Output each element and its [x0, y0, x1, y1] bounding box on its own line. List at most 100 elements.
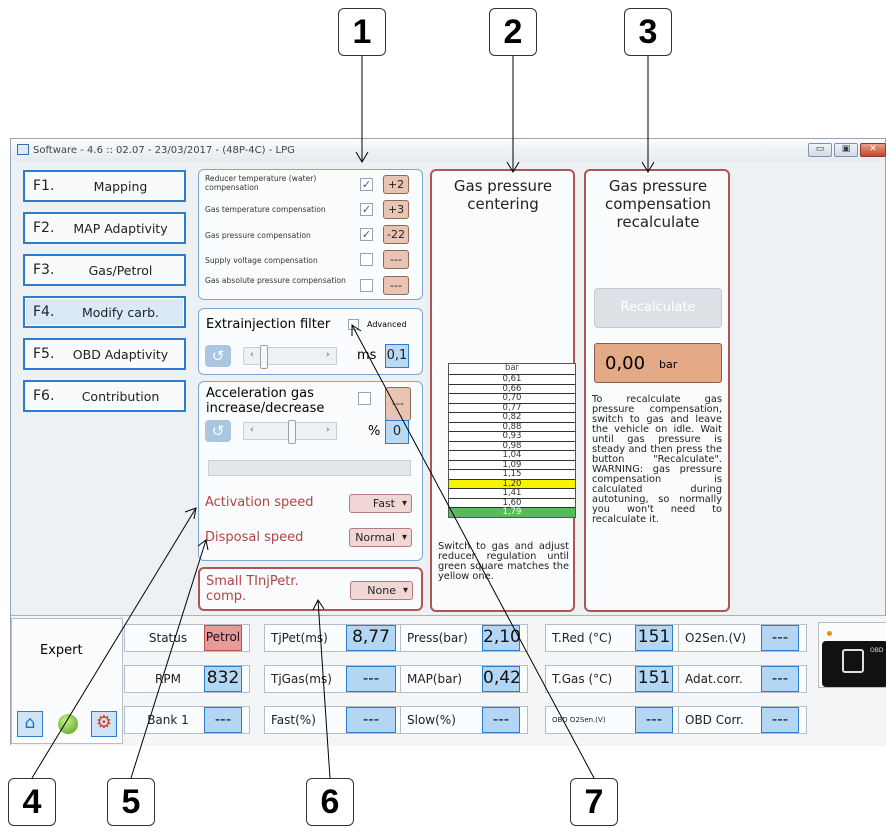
scale-row: 1,79	[449, 507, 575, 517]
scale-row: 1,41	[449, 488, 575, 498]
scale-row: 1,20	[449, 478, 575, 488]
undo-icon[interactable]: ↺	[205, 345, 231, 367]
status-value: 151	[635, 625, 673, 651]
status-label: Status	[148, 631, 188, 645]
title-bar: Software - 4.6 :: 02.07 - 23/03/2017 - (…	[11, 139, 886, 161]
scale-row: 0,77	[449, 402, 575, 413]
menu-key: F4.	[33, 304, 55, 320]
undo-icon[interactable]: ↺	[205, 420, 231, 442]
disposal-speed-select[interactable]: Normal	[349, 528, 412, 547]
status-label: TjGas(ms)	[271, 672, 332, 686]
menu-f1-mapping[interactable]: F1. Mapping	[23, 170, 186, 202]
window-title: Software - 4.6 :: 02.07 - 23/03/2017 - (…	[33, 144, 295, 156]
callout-5: 5	[107, 778, 155, 826]
callout-6: 6	[306, 778, 354, 826]
scale-row: 1,60	[449, 497, 575, 508]
status-label: Press(bar)	[407, 631, 468, 645]
status-value: ---	[635, 707, 673, 733]
scale-row: 0,93	[449, 431, 575, 441]
status-label: OBD O2Sen.(V)	[552, 716, 606, 724]
gas-pressure-scale: bar 0,61 0,66 0,70 0,77 0,82 0,88 0,93 0,98 1,04…	[448, 363, 576, 518]
small-tinj-select[interactable]: None	[350, 581, 413, 600]
menu-key: F5.	[33, 346, 55, 362]
maximize-button[interactable]: ▣	[834, 143, 858, 157]
scale-row: 0,98	[449, 440, 575, 451]
app-window: Software - 4.6 :: 02.07 - 23/03/2017 - (…	[10, 138, 886, 746]
device-icon: OBD	[822, 631, 886, 687]
status-value: 8,77	[346, 625, 396, 651]
status-value: ---	[761, 666, 799, 692]
comp-label-reducer-temp: Reducer temperature (water) compensation	[205, 174, 317, 192]
comp-check-gas-pressure[interactable]: ✓	[360, 228, 373, 241]
gas-comp-note: To recalculate gas pressure compensation…	[592, 394, 722, 525]
scale-row: 1,15	[449, 469, 575, 479]
mode-label: Expert	[40, 643, 83, 658]
close-button[interactable]: ✕	[860, 143, 886, 157]
status-led-icon	[58, 714, 78, 734]
status-label: MAP(bar)	[407, 672, 463, 686]
menu-f3-gas-petrol[interactable]: F3. Gas/Petrol	[23, 254, 186, 286]
small-tinj-label: Small TInjPetr. comp.	[206, 574, 299, 604]
menu-label: OBD Adaptivity	[72, 346, 169, 362]
device-label: OBD	[870, 647, 884, 654]
acceleration-value-box: ---	[385, 387, 411, 421]
status-label: Adat.corr.	[685, 672, 743, 686]
mode-panel: Expert ⌂ ⚙	[11, 618, 123, 744]
extrainjection-slider[interactable]: ‹ ›	[243, 345, 337, 369]
menu-f2-map-adaptivity[interactable]: F2. MAP Adaptivity	[23, 212, 186, 244]
scale-row: 0,66	[449, 383, 575, 394]
comp-label-gas-pressure: Gas pressure compensation	[205, 231, 311, 240]
advanced-label: Advanced	[367, 320, 407, 329]
comp-value-reducer-temp: +2	[383, 175, 409, 194]
callout-4: 4	[8, 778, 56, 826]
extrainjection-value[interactable]: 0,1	[385, 344, 409, 368]
activation-speed-select[interactable]: Fast	[349, 494, 412, 513]
menu-f6-contribution[interactable]: F6. Contribution	[23, 380, 186, 412]
status-value: 151	[635, 666, 673, 692]
status-value: ---	[346, 707, 396, 733]
status-value: Petrol	[204, 625, 242, 651]
scale-row: 0,70	[449, 393, 575, 403]
menu-f4-modify-carb[interactable]: F4. Modify carb.	[23, 296, 186, 328]
menu-key: F6.	[33, 388, 55, 404]
callout-2: 2	[489, 8, 537, 56]
status-label: Fast(%)	[271, 713, 316, 727]
comp-check-reducer-temp[interactable]: ✓	[360, 178, 373, 191]
comp-check-supply-voltage[interactable]	[360, 253, 373, 266]
minimize-button[interactable]: ▭	[808, 143, 832, 157]
status-label: Slow(%)	[407, 713, 456, 727]
comp-label-supply-voltage: Supply voltage compensation	[205, 256, 318, 265]
status-bar: Expert ⌂ ⚙ Status Petrol TjPet(ms) 8,77 Pres…	[11, 615, 886, 746]
comp-label-gas-temp: Gas temperature compensation	[205, 205, 326, 214]
status-label: O2Sen.(V)	[685, 631, 747, 645]
status-value: ---	[346, 666, 396, 692]
acceleration-value[interactable]: 0	[385, 420, 409, 444]
led-orange-icon	[827, 631, 832, 636]
gas-comp-value-box: 0,00 bar	[594, 343, 722, 383]
menu-f5-obd-adaptivity[interactable]: F5. OBD Adaptivity	[23, 338, 186, 370]
gas-comp-unit: bar	[659, 358, 678, 371]
activation-speed-label: Activation speed	[205, 495, 314, 510]
acceleration-slider[interactable]: ‹ ›	[243, 420, 337, 444]
acceleration-checkbox[interactable]	[358, 392, 371, 405]
callout-1: 1	[338, 8, 386, 56]
gas-centering-title: Gas pressure centering	[453, 177, 553, 213]
disposal-speed-label: Disposal speed	[205, 530, 304, 545]
settings-gear-icon[interactable]: ⚙	[91, 711, 117, 737]
callout-7: 7	[570, 778, 618, 826]
obd-device-panel: OBD	[818, 622, 886, 688]
acceleration-unit: %	[368, 424, 381, 439]
comp-check-gas-temp[interactable]: ✓	[360, 203, 373, 216]
acceleration-title: Acceleration gas increase/decrease	[206, 386, 325, 416]
home-icon[interactable]: ⌂	[17, 711, 43, 737]
menu-label: Contribution	[81, 388, 160, 404]
status-label: TjPet(ms)	[271, 631, 328, 645]
scale-row: 1,09	[449, 459, 575, 470]
gas-comp-value: 0,00	[605, 353, 646, 374]
compensation-panel: Reducer temperature (water) compensation…	[198, 169, 423, 300]
recalculate-button[interactable]: Recalculate	[594, 288, 722, 328]
comp-check-gas-abs-pressure[interactable]	[360, 279, 373, 292]
scale-row: 0,82	[449, 412, 575, 422]
advanced-checkbox[interactable]	[348, 319, 359, 330]
scale-unit: bar	[504, 363, 520, 373]
